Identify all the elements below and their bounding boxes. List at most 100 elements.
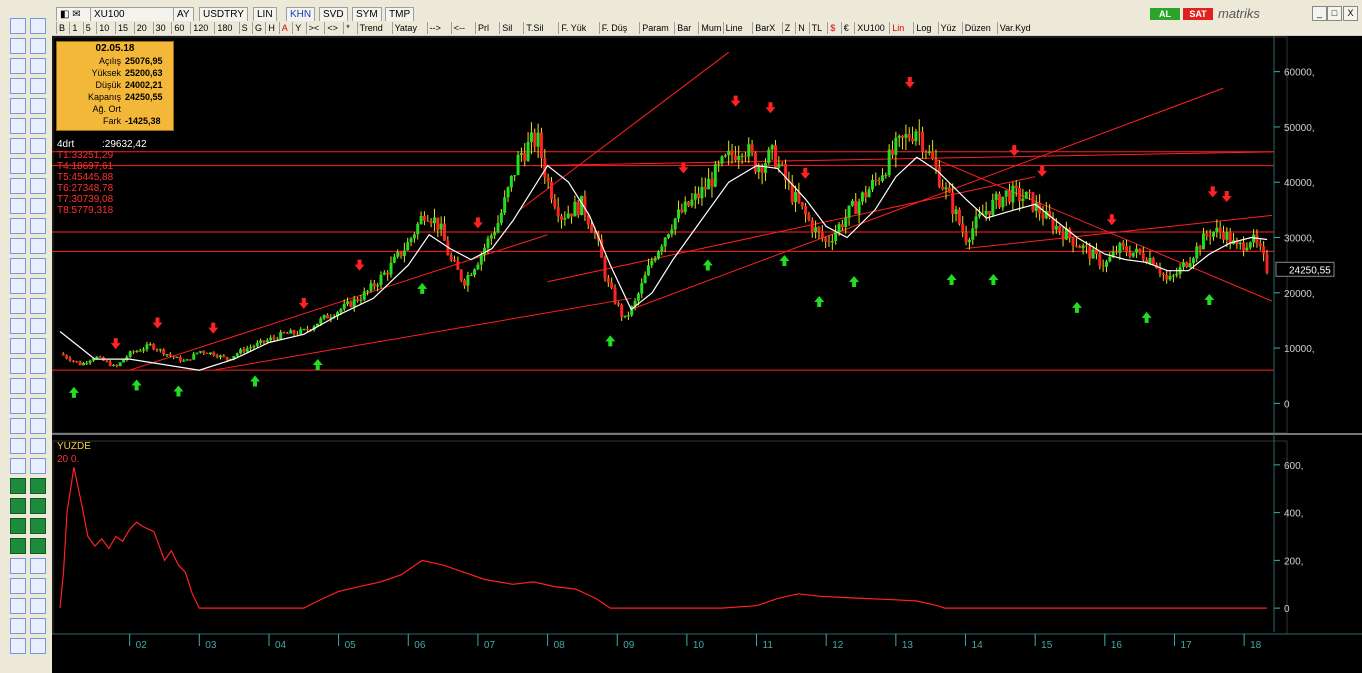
- drawing-tool-icon[interactable]: [10, 318, 26, 334]
- toolbar-item[interactable]: <>: [324, 22, 340, 34]
- drawing-tool-icon[interactable]: [10, 538, 26, 554]
- drawing-tool-icon[interactable]: [10, 258, 26, 274]
- toolbar-item[interactable]: 180: [214, 22, 234, 34]
- toolbar-item[interactable]: $: [827, 22, 837, 34]
- drawing-tool-icon[interactable]: [30, 638, 46, 654]
- drawing-tool-icon[interactable]: [10, 358, 26, 374]
- drawing-tool-icon[interactable]: [30, 278, 46, 294]
- drawing-tool-icon[interactable]: [10, 578, 26, 594]
- drawing-tool-icon[interactable]: [10, 518, 26, 534]
- drawing-tool-icon[interactable]: [10, 558, 26, 574]
- drawing-tool-icon[interactable]: [30, 118, 46, 134]
- drawing-tool-icon[interactable]: [30, 338, 46, 354]
- drawing-tool-icon[interactable]: [10, 278, 26, 294]
- drawing-tool-icon[interactable]: [10, 198, 26, 214]
- toolbar-item[interactable]: Line: [722, 22, 745, 34]
- toolbar-item[interactable]: B: [56, 22, 67, 34]
- drawing-tool-icon[interactable]: [30, 238, 46, 254]
- drawing-tool-icon[interactable]: [30, 178, 46, 194]
- drawing-tool-icon[interactable]: [10, 458, 26, 474]
- drawing-tool-icon[interactable]: [30, 438, 46, 454]
- drawing-tool-icon[interactable]: [10, 498, 26, 514]
- drawing-tool-icon[interactable]: [30, 618, 46, 634]
- drawing-tool-icon[interactable]: [10, 38, 26, 54]
- chart-svg[interactable]: 010000,20000,30000,40000,50000,60000,020…: [52, 36, 1362, 673]
- drawing-tool-icon[interactable]: [10, 398, 26, 414]
- sell-button[interactable]: SAT: [1183, 8, 1213, 20]
- toolbar-item[interactable]: 20: [133, 22, 149, 34]
- toolbar-item[interactable]: €: [840, 22, 851, 34]
- tab-tmp[interactable]: TMP: [385, 7, 415, 22]
- drawing-tool-icon[interactable]: [30, 258, 46, 274]
- toolbar-item[interactable]: Mum: [698, 22, 723, 34]
- toolbar-item[interactable]: XU100: [854, 22, 887, 34]
- drawing-tool-icon[interactable]: [30, 38, 46, 54]
- drawing-tool-icon[interactable]: [10, 478, 26, 494]
- drawing-tool-icon[interactable]: [10, 338, 26, 354]
- chart-area[interactable]: 0 10000, 20000, 30000, 40000, 50000, 60000, 0 20…: [52, 36, 1362, 673]
- toolbar-item[interactable]: 1: [69, 22, 79, 34]
- toolbar-item[interactable]: ><: [305, 22, 322, 34]
- tab-usdtry[interactable]: USDTRY: [199, 7, 248, 22]
- drawing-tool-icon[interactable]: [10, 438, 26, 454]
- drawing-tool-icon[interactable]: [30, 538, 46, 554]
- drawing-tool-icon[interactable]: [10, 98, 26, 114]
- toolbar-item[interactable]: 15: [115, 22, 130, 34]
- symbol-icons[interactable]: ◧ ✉: [56, 7, 94, 22]
- drawing-tool-icon[interactable]: [10, 598, 26, 614]
- drawing-tool-icon[interactable]: [10, 418, 26, 434]
- toolbar-item[interactable]: <--: [450, 22, 467, 34]
- drawing-tool-icon[interactable]: [30, 78, 46, 94]
- toolbar-item[interactable]: N: [795, 22, 807, 34]
- toolbar-item[interactable]: Sil: [499, 22, 514, 34]
- toolbar-item[interactable]: F. Düş: [598, 22, 630, 34]
- drawing-tool-icon[interactable]: [10, 138, 26, 154]
- drawing-tool-icon[interactable]: [30, 578, 46, 594]
- tab-lin[interactable]: LIN: [253, 7, 277, 22]
- tab-svd[interactable]: SVD: [319, 7, 348, 22]
- drawing-tool-icon[interactable]: [30, 598, 46, 614]
- toolbar-item[interactable]: Bar: [674, 22, 693, 34]
- buy-button[interactable]: AL: [1150, 8, 1180, 20]
- toolbar-item[interactable]: 5: [82, 22, 93, 34]
- drawing-tool-icon[interactable]: [30, 198, 46, 214]
- drawing-tool-icon[interactable]: [30, 458, 46, 474]
- toolbar-item[interactable]: *: [343, 22, 352, 34]
- toolbar-item[interactable]: 10: [96, 22, 111, 34]
- drawing-tool-icon[interactable]: [30, 358, 46, 374]
- toolbar-item[interactable]: Yüz: [937, 22, 959, 34]
- drawing-tool-icon[interactable]: [10, 218, 26, 234]
- minimize-button[interactable]: _: [1312, 6, 1327, 21]
- toolbar-item[interactable]: Log: [913, 22, 933, 34]
- toolbar-item[interactable]: Prl: [475, 22, 491, 34]
- toolbar-item[interactable]: G: [252, 22, 264, 34]
- drawing-tool-icon[interactable]: [10, 18, 26, 34]
- toolbar-item[interactable]: Z: [781, 22, 793, 34]
- drawing-tool-icon[interactable]: [30, 478, 46, 494]
- drawing-tool-icon[interactable]: [10, 78, 26, 94]
- drawing-tool-icon[interactable]: [30, 558, 46, 574]
- toolbar-item[interactable]: BarX: [752, 22, 777, 34]
- toolbar-item[interactable]: 120: [190, 22, 210, 34]
- toolbar-item[interactable]: 30: [152, 22, 168, 34]
- drawing-tool-icon[interactable]: [30, 138, 46, 154]
- drawing-tool-icon[interactable]: [10, 178, 26, 194]
- toolbar-item[interactable]: Lin: [889, 22, 906, 34]
- drawing-tool-icon[interactable]: [10, 378, 26, 394]
- drawing-tool-icon[interactable]: [10, 298, 26, 314]
- tab-khn[interactable]: KHN: [286, 7, 316, 22]
- drawing-tool-icon[interactable]: [30, 98, 46, 114]
- symbol-field[interactable]: XU100: [90, 7, 178, 22]
- drawing-tool-icon[interactable]: [10, 118, 26, 134]
- drawing-tool-icon[interactable]: [30, 58, 46, 74]
- toolbar-item[interactable]: TL: [808, 22, 825, 34]
- toolbar-item[interactable]: A: [278, 22, 290, 34]
- toolbar-item[interactable]: Düzen: [961, 22, 993, 34]
- drawing-tool-icon[interactable]: [30, 418, 46, 434]
- toolbar-item[interactable]: H: [265, 22, 277, 34]
- drawing-tool-icon[interactable]: [10, 158, 26, 174]
- close-button[interactable]: X: [1343, 6, 1358, 21]
- drawing-tool-icon[interactable]: [10, 58, 26, 74]
- toolbar-item[interactable]: Y: [292, 22, 303, 34]
- drawing-tool-icon[interactable]: [10, 238, 26, 254]
